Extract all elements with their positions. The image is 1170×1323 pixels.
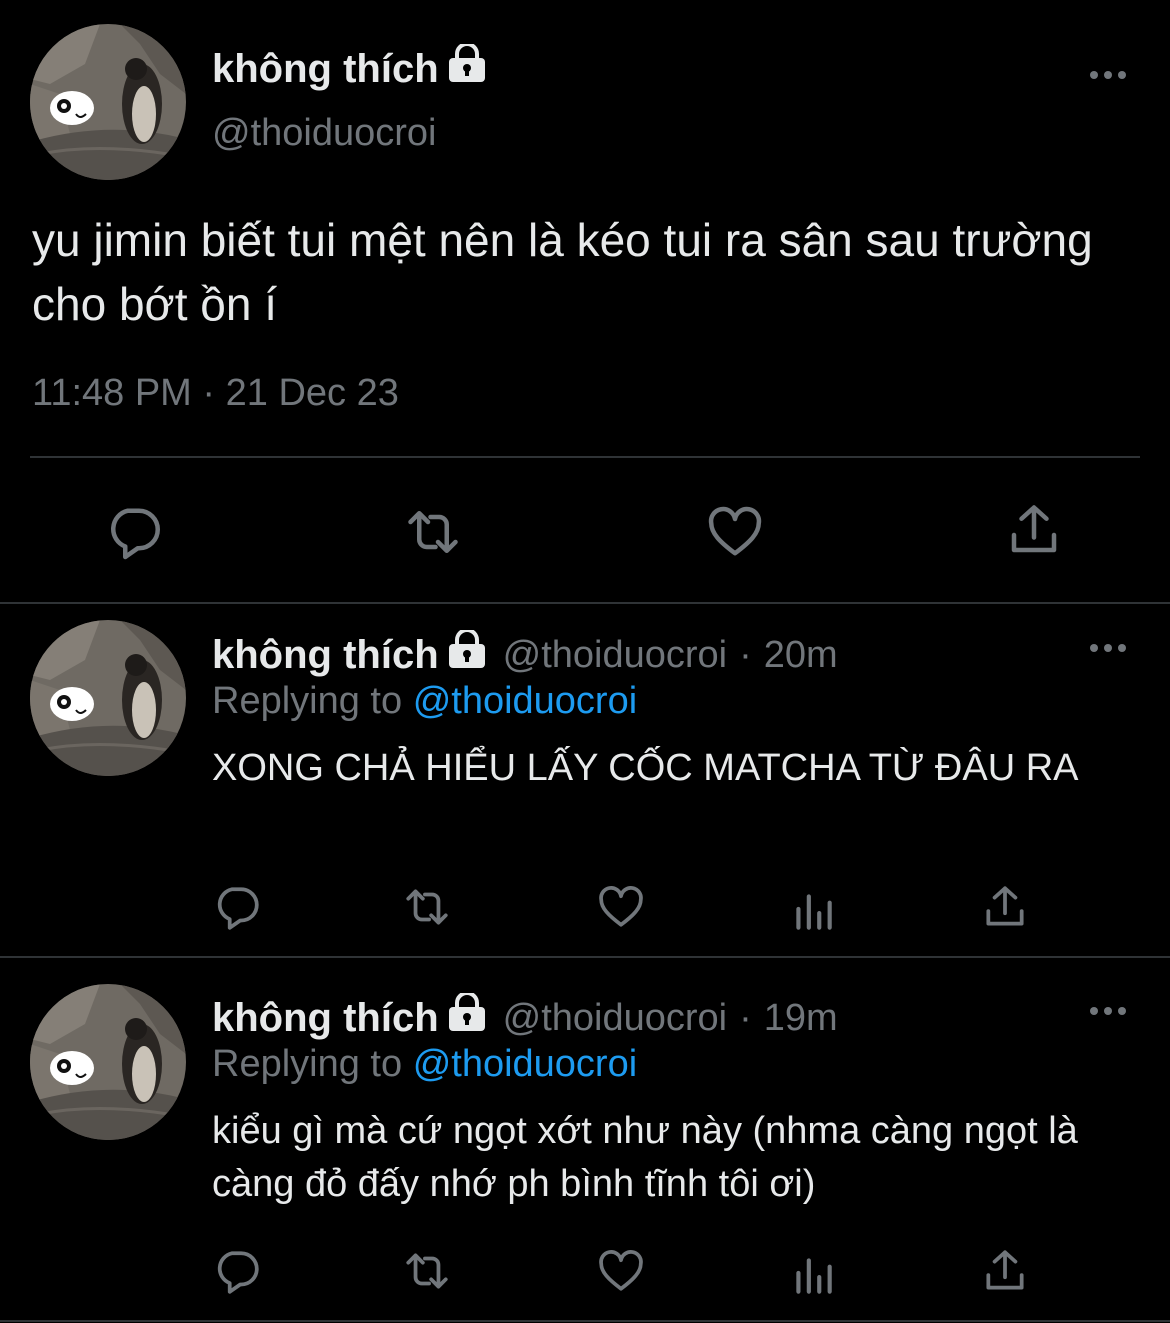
lock-icon [447, 44, 487, 94]
reply-header: không thích @thoiduocroi · 20m [212, 630, 838, 680]
retweet-icon[interactable] [402, 1246, 452, 1296]
tweet-timestamp[interactable]: 11:48 PM · 21 Dec 23 [32, 372, 399, 415]
more-horizontal-icon[interactable] [1088, 641, 1128, 655]
replying-to: Replying to @thoiduocroi [212, 1043, 637, 1086]
display-name[interactable]: không thích [212, 996, 439, 1041]
reply-icon[interactable] [212, 882, 262, 932]
avatar[interactable] [30, 24, 186, 180]
replying-to-mention[interactable]: @thoiduocroi [413, 1043, 637, 1085]
divider [0, 956, 1170, 958]
reply-header: không thích @thoiduocroi · 19m [212, 993, 838, 1043]
user-handle[interactable]: @thoiduocroi [503, 634, 727, 677]
reply-icon[interactable] [104, 502, 164, 562]
meta-separator: · [739, 996, 752, 1039]
views-chart-icon[interactable] [788, 1250, 838, 1300]
avatar[interactable] [30, 984, 186, 1140]
replying-to-mention[interactable]: @thoiduocroi [413, 680, 637, 722]
meta-separator: · [739, 633, 752, 676]
tweet-time: 11:48 PM [32, 372, 192, 414]
tweet-age[interactable]: 19m [764, 997, 838, 1040]
heart-icon[interactable] [596, 1246, 646, 1296]
divider [0, 1320, 1170, 1322]
replying-to-prefix: Replying to [212, 680, 403, 722]
tweet-text: kiểu gì mà cứ ngọt xớt như này (nhma càn… [212, 1110, 1078, 1205]
replying-to: Replying to @thoiduocroi [212, 680, 637, 723]
more-horizontal-icon[interactable] [1088, 1004, 1128, 1018]
share-icon[interactable] [980, 1246, 1030, 1296]
tweet-date: 21 Dec 23 [225, 372, 399, 414]
display-name[interactable]: không thích [212, 633, 439, 678]
retweet-icon[interactable] [402, 882, 452, 932]
tweet-text: XONG CHẢ HIỂU LẤY CỐC MATCHA TỪ ĐÂU RA [212, 747, 1079, 789]
views-chart-icon[interactable] [788, 886, 838, 936]
display-name[interactable]: không thích [212, 44, 487, 94]
replying-to-prefix: Replying to [212, 1043, 403, 1085]
tweet-text: yu jimin biết tui mệt nên là kéo tui ra … [32, 214, 1093, 330]
user-handle[interactable]: @thoiduocroi [503, 997, 727, 1040]
tweet-age[interactable]: 20m [764, 634, 838, 677]
heart-icon[interactable] [705, 502, 765, 562]
heart-icon[interactable] [596, 882, 646, 932]
retweet-icon[interactable] [403, 502, 463, 562]
reply-icon[interactable] [212, 1246, 262, 1296]
user-handle[interactable]: @thoiduocroi [212, 112, 436, 155]
avatar[interactable] [30, 620, 186, 776]
lock-icon [447, 993, 487, 1043]
more-horizontal-icon[interactable] [1088, 68, 1128, 82]
display-name-text: không thích [212, 46, 439, 91]
divider [0, 602, 1170, 604]
divider [30, 456, 1140, 458]
timestamp-separator: · [202, 372, 216, 414]
lock-icon [447, 630, 487, 680]
share-icon[interactable] [1004, 500, 1064, 560]
share-icon[interactable] [980, 882, 1030, 932]
